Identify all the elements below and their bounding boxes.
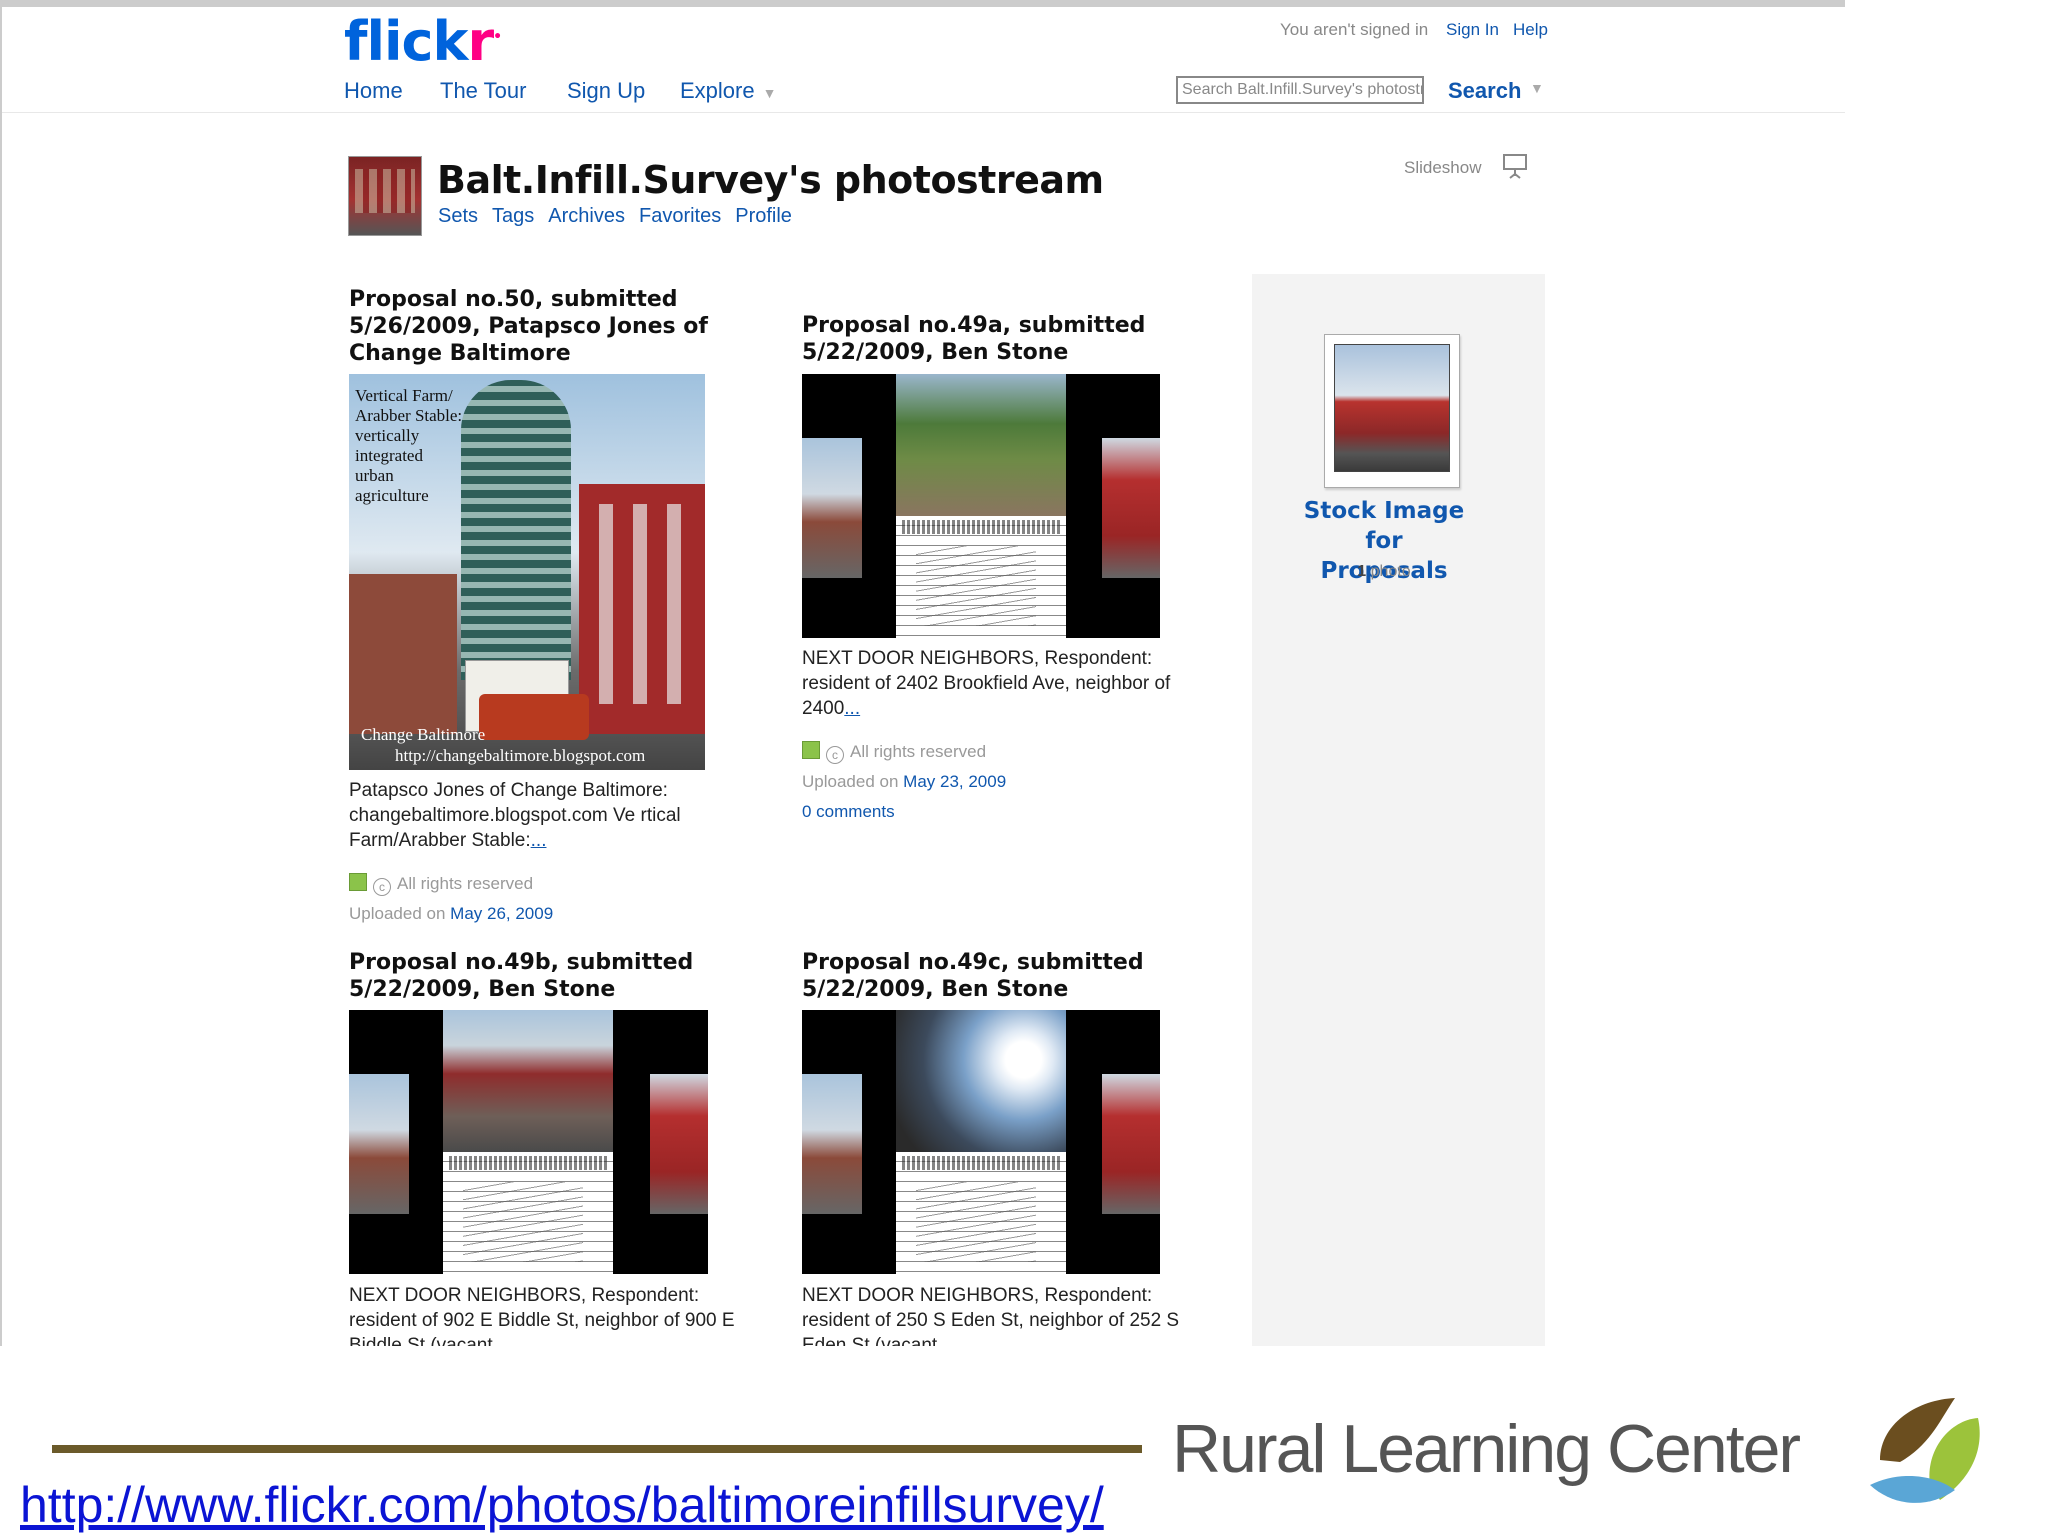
photo-description: NEXT DOOR NEIGHBORS, Respondent: resident…: [802, 1285, 1180, 1346]
license-badge-icon: [349, 873, 367, 891]
more-link[interactable]: ...: [531, 830, 547, 851]
footer-rule: [52, 1445, 1142, 1453]
search-button[interactable]: Search: [1448, 78, 1521, 104]
photo-thumbnail[interactable]: [802, 374, 1160, 638]
header-divider: [2, 112, 1845, 113]
comments-link[interactable]: 0 comments: [802, 802, 895, 822]
photo-overlay-caption: Vertical Farm/Arabber Stable: vertically i…: [355, 386, 463, 505]
photo-title[interactable]: Proposal no.49b, submitted 5/22/2009, Ben…: [349, 949, 693, 1003]
more-link[interactable]: ...: [844, 698, 860, 719]
slideshow-icon[interactable]: [1502, 152, 1528, 180]
nav-home[interactable]: Home: [344, 78, 403, 104]
subnav-tags[interactable]: Tags: [492, 205, 534, 227]
flickr-screenshot: flickr• Home The Tour Sign Up Explore ▼ Y…: [0, 0, 1845, 1346]
photo-description: NEXT DOOR NEIGHBORS, Respondent: resident…: [349, 1285, 735, 1346]
photostream-subnav: Sets Tags Archives Favorites Profile: [438, 205, 806, 228]
org-logo-text: Rural Learning Center: [1172, 1411, 1801, 1487]
photo-title[interactable]: Proposal no.49a, submitted 5/22/2009, Ben…: [802, 312, 1145, 366]
flickr-url-link[interactable]: http://www.flickr.com/photos/baltimorein…: [20, 1476, 1104, 1534]
nav-sign-up[interactable]: Sign Up: [567, 78, 645, 104]
rights-notice: c All rights reserved: [349, 873, 533, 896]
search-input[interactable]: Search Balt.Infill.Survey's photostr: [1176, 76, 1424, 104]
subnav-sets[interactable]: Sets: [438, 205, 478, 227]
sign-in-link[interactable]: Sign In: [1446, 20, 1499, 40]
subnav-archives[interactable]: Archives: [548, 205, 625, 227]
upload-date: Uploaded on May 26, 2009: [349, 904, 554, 923]
subnav-favorites[interactable]: Favorites: [639, 205, 721, 227]
photo-description: NEXT DOOR NEIGHBORS, Respondent: resident…: [802, 648, 1171, 719]
signed-status: You aren't signed in: [1280, 20, 1429, 39]
upload-date-link[interactable]: May 23, 2009: [903, 772, 1006, 791]
photo-title[interactable]: Proposal no.49c, submitted 5/22/2009, Ben…: [802, 949, 1144, 1003]
photo-overlay-credit: Change Baltimore http://changebaltimore.b…: [361, 725, 646, 765]
slideshow-link[interactable]: Slideshow: [1404, 158, 1482, 178]
photo-title[interactable]: Proposal no.50, submitted 5/26/2009, Pata…: [349, 286, 708, 367]
license-badge-icon: [802, 741, 820, 759]
page-title: Balt.Infill.Survey's photostream: [437, 158, 1104, 202]
help-link[interactable]: Help: [1513, 20, 1548, 40]
photo-thumbnail[interactable]: Vertical Farm/Arabber Stable: vertically i…: [349, 374, 705, 770]
nav-explore[interactable]: Explore ▼: [680, 78, 776, 104]
subnav-profile[interactable]: Profile: [735, 205, 792, 227]
photo-thumbnail[interactable]: [349, 1010, 708, 1274]
photo-thumbnail[interactable]: [802, 1010, 1160, 1274]
rights-notice: c All rights reserved: [802, 741, 986, 764]
leaf-logo-icon: [1870, 1398, 1980, 1503]
copyright-icon: c: [826, 746, 844, 764]
nav-the-tour[interactable]: The Tour: [440, 78, 526, 104]
upload-date-link[interactable]: May 26, 2009: [450, 904, 553, 923]
chevron-down-icon[interactable]: ▼: [763, 85, 777, 101]
avatar[interactable]: [348, 156, 422, 236]
set-thumbnail[interactable]: [1334, 344, 1450, 472]
chevron-down-icon[interactable]: ▼: [1530, 80, 1544, 96]
photo-description: Patapsco Jones of Change Baltimore: chang…: [349, 780, 681, 851]
browser-edge: [2, 0, 1845, 7]
flickr-logo[interactable]: flickr•: [344, 10, 502, 73]
set-photo-count: 1 photo: [1357, 563, 1411, 580]
copyright-icon: c: [373, 878, 391, 896]
upload-date: Uploaded on May 23, 2009: [802, 772, 1007, 791]
